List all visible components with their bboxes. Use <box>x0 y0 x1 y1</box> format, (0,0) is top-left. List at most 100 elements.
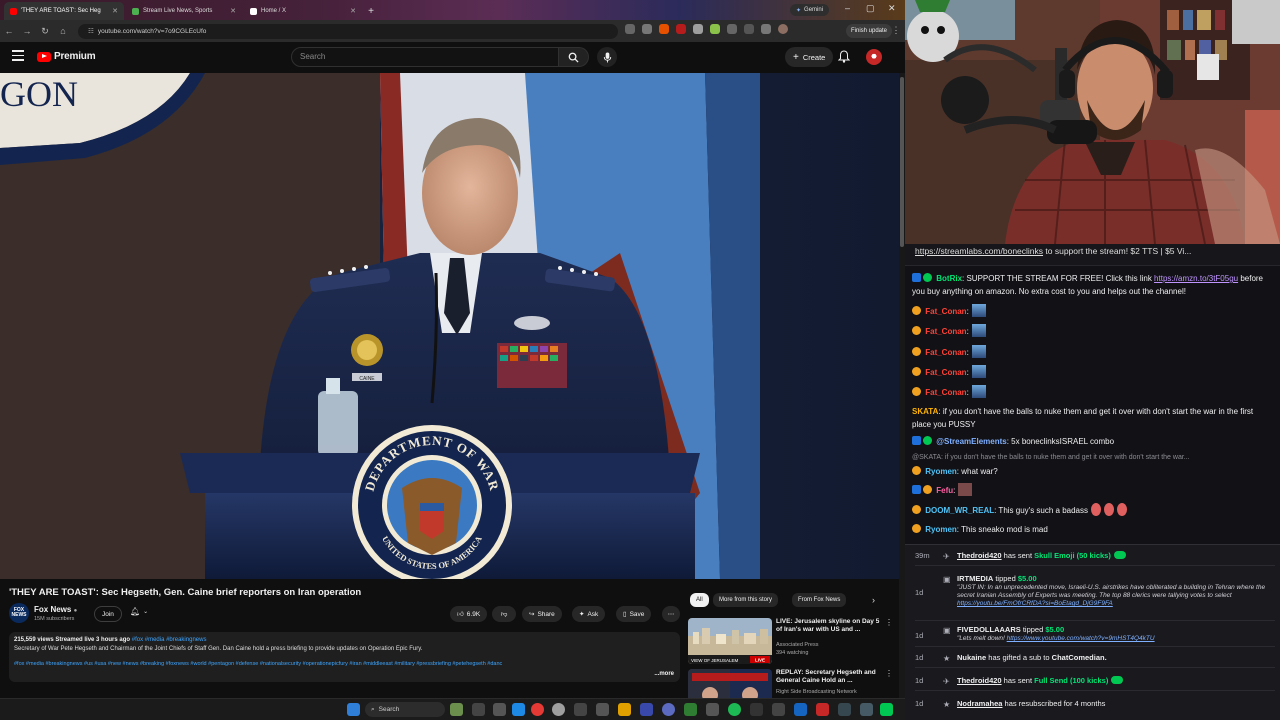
chat-username[interactable]: Fat_Conan <box>925 348 966 357</box>
tab-x-home[interactable]: Home / X ✕ <box>244 2 362 20</box>
chat-username[interactable]: Fat_Conan <box>925 327 966 336</box>
like-button[interactable]: 👍︎ 6.9K <box>450 606 488 622</box>
home-icon[interactable]: ⌂ <box>54 26 72 36</box>
recommendation-item[interactable]: VIEW OF JERUSALEM LIVE LIVE: Jerusalem s… <box>688 618 893 668</box>
app-icon[interactable] <box>706 703 719 716</box>
profile-avatar[interactable] <box>778 24 788 34</box>
voice-search-button[interactable] <box>597 47 617 67</box>
site-info-icon[interactable]: ☷ <box>88 27 94 35</box>
app-icon[interactable] <box>640 703 653 716</box>
video-player[interactable]: GON CAINE DEPARTMENT OF WAR UNITED STATE… <box>0 73 900 579</box>
app-icon[interactable] <box>750 703 763 716</box>
pinned-link[interactable]: https://streamlabs.com/boneclinks <box>915 246 1043 256</box>
chat-username[interactable]: DOOM_WR_REAL <box>925 506 994 515</box>
video-thumbnail[interactable]: VIEW OF JERUSALEM LIVE <box>688 618 772 664</box>
video-thumbnail[interactable] <box>688 669 772 698</box>
chat-username[interactable]: Fat_Conan <box>925 388 966 397</box>
chat-username[interactable]: Fefu <box>936 486 953 495</box>
description-box[interactable]: 215,559 views Streamed live 3 hours ago … <box>9 632 680 682</box>
meta-hashtags[interactable]: #fox #media #breakingnews <box>132 637 207 643</box>
channel-avatar[interactable]: FOX NEWS <box>9 603 29 623</box>
chat-link[interactable]: https://amzn.to/3tF05gu <box>1154 274 1238 283</box>
kick-icon[interactable] <box>880 703 893 716</box>
forward-icon[interactable]: → <box>18 26 36 36</box>
join-button[interactable]: Join <box>94 606 122 622</box>
more-vertical-icon[interactable]: ⋮ <box>885 669 893 678</box>
install-icon[interactable] <box>625 24 635 34</box>
extension-icon[interactable] <box>693 24 703 34</box>
bookmark-star-icon[interactable] <box>642 24 652 34</box>
app-icon[interactable] <box>860 703 873 716</box>
download-icon[interactable] <box>744 24 754 34</box>
windows-start-icon[interactable] <box>347 703 360 716</box>
chat-username[interactable]: Fat_Conan <box>925 368 966 377</box>
discord-icon[interactable] <box>662 703 675 716</box>
account-avatar[interactable] <box>866 49 882 65</box>
tab-youtube-video[interactable]: 'THEY ARE TOAST': Sec Heg ✕ <box>4 2 124 20</box>
split-view-icon[interactable] <box>761 24 771 34</box>
app-icon[interactable] <box>816 703 829 716</box>
dislike-button[interactable]: 👎︎ <box>492 606 516 622</box>
obs-icon[interactable] <box>772 703 785 716</box>
chip-all[interactable]: All <box>690 593 709 607</box>
close-window-icon[interactable]: ✕ <box>888 3 896 14</box>
reload-icon[interactable]: ↻ <box>36 26 54 37</box>
chat-username[interactable]: BotRix <box>936 274 962 283</box>
file-explorer-icon[interactable] <box>493 703 506 716</box>
url-field[interactable]: ☷ youtube.com/watch?v=7o9CGLEcUfo <box>78 23 618 39</box>
event-user[interactable]: IRTMEDIA <box>957 574 993 583</box>
notifications-button[interactable] <box>837 50 851 68</box>
task-view-icon[interactable] <box>472 703 485 716</box>
browser-menu-icon[interactable]: ⋮ <box>887 25 905 36</box>
show-more-link[interactable]: ...more <box>654 671 674 677</box>
extension-icon[interactable] <box>710 24 720 34</box>
finish-update-button[interactable]: Finish update <box>846 24 893 38</box>
widgets-icon[interactable] <box>450 703 463 716</box>
file-folder-icon[interactable] <box>618 703 631 716</box>
chrome-icon[interactable] <box>531 703 544 716</box>
more-actions-button[interactable]: ⋯ <box>662 606 680 622</box>
app-icon[interactable] <box>552 703 565 716</box>
chat-username[interactable]: Ryomen <box>925 467 957 476</box>
more-vertical-icon[interactable]: ⋮ <box>885 618 893 627</box>
extension-icon[interactable] <box>676 24 686 34</box>
youtube-premium-logo[interactable]: Premium <box>37 51 96 62</box>
search-input[interactable]: Search <box>291 47 559 67</box>
chat-username[interactable]: Fat_Conan <box>925 307 966 316</box>
app-icon[interactable] <box>512 703 525 716</box>
extensions-puzzle-icon[interactable] <box>727 24 737 34</box>
create-button[interactable]: + Create <box>785 47 834 67</box>
chip-from-fox-news[interactable]: From Fox News <box>792 593 847 607</box>
subscribed-notifications-button[interactable]: 🔔︎ ⌄ <box>130 607 148 616</box>
close-tab-icon[interactable]: ✕ <box>112 7 118 15</box>
extension-icon[interactable] <box>659 24 669 34</box>
event-user[interactable]: Thedroid420 <box>957 551 1002 560</box>
chat-username[interactable]: SKATA <box>912 407 938 416</box>
taskbar-search[interactable]: ⌕ Search <box>365 702 445 717</box>
recommendation-item[interactable]: REPLAY: Secretary Hegseth and General Ca… <box>688 669 893 698</box>
tip-link[interactable]: https://youtu.be/FmOfrCRfDA?si=BoEtagd_D… <box>957 600 1113 607</box>
tab-stream-live[interactable]: Stream Live News, Sports ✕ <box>126 2 242 20</box>
close-tab-icon[interactable]: ✕ <box>230 7 236 15</box>
chevron-right-icon[interactable]: › <box>872 595 875 605</box>
ask-button[interactable]: ✦ Ask <box>572 606 606 622</box>
hamburger-menu-icon[interactable] <box>12 50 24 62</box>
event-user[interactable]: FIVEDOLLAAARS <box>957 625 1021 634</box>
minimize-icon[interactable]: – <box>845 3 850 13</box>
event-user[interactable]: Thedroid420 <box>957 676 1002 685</box>
gemini-button[interactable]: ✦ Gemini <box>790 4 830 16</box>
app-icon[interactable] <box>684 703 697 716</box>
save-button[interactable]: ▯ Save <box>616 606 652 622</box>
app-icon[interactable] <box>794 703 807 716</box>
chat-username[interactable]: Ryomen <box>925 525 957 534</box>
event-user[interactable]: Nodramahea <box>957 699 1002 708</box>
share-button[interactable]: ↪ Share <box>522 606 562 622</box>
event-user[interactable]: Nukaine <box>957 653 986 662</box>
app-icon[interactable] <box>838 703 851 716</box>
app-icon[interactable] <box>574 703 587 716</box>
tip-link[interactable]: https://www.youtube.com/watch?v=9mHST4Q4… <box>1007 635 1155 642</box>
close-tab-icon[interactable]: ✕ <box>350 7 356 15</box>
maximize-icon[interactable]: ▢ <box>866 3 875 14</box>
search-button[interactable] <box>559 47 589 67</box>
new-tab-button[interactable]: + <box>364 2 378 20</box>
